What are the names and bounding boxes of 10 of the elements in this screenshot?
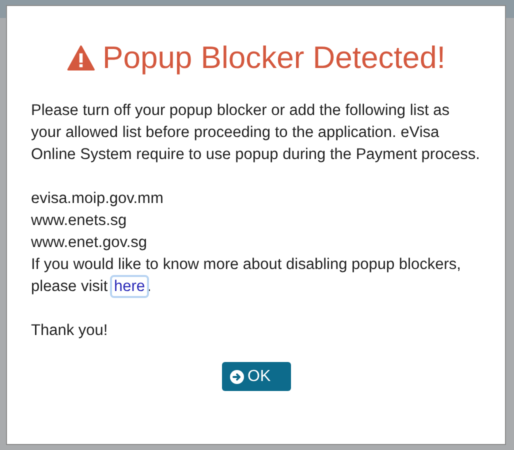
closing-text: Thank you! [31, 321, 109, 341]
site-address: www.enets.sg [31, 211, 128, 231]
help-link[interactable]: here [112, 277, 148, 296]
site-address: www.enet.gov.sg [31, 233, 148, 253]
arrow-right-icon [230, 370, 244, 384]
warning-icon [66, 45, 95, 71]
ok-button[interactable]: OK [222, 362, 290, 391]
site-address: evisa.moip.gov.mm [31, 189, 164, 209]
message-text: Please turn off your popup blocker or add the following list as your allowed list before proceeding to the application. eVisa Online System require to use popup during the Payment process. [31, 101, 481, 165]
dialog-title: Popup Blocker Detected! [102, 40, 446, 76]
